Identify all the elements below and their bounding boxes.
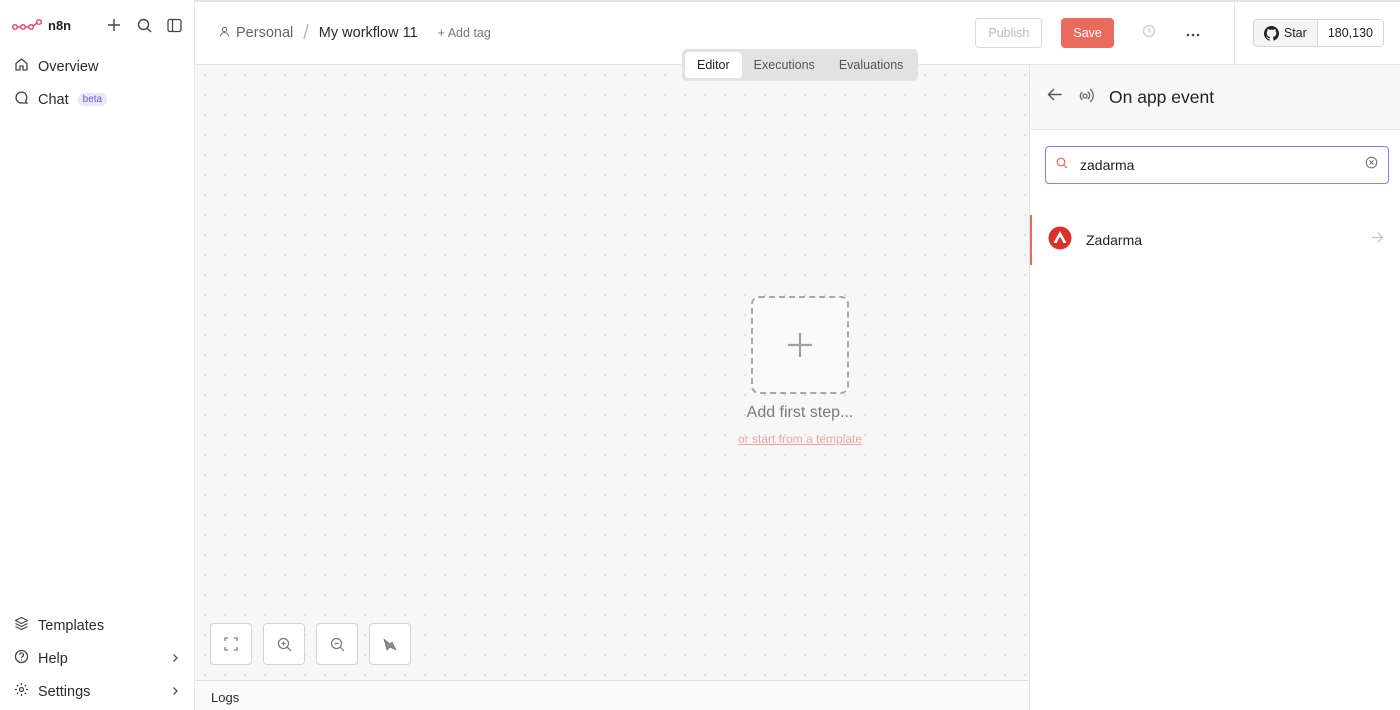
plus-icon [788, 333, 812, 357]
sidebar-toggle-icon[interactable] [166, 17, 182, 33]
tidy-up-button[interactable] [369, 623, 411, 665]
sidebar-item-settings[interactable]: Settings [0, 675, 194, 708]
more-options-icon[interactable] [1186, 24, 1200, 42]
broom-icon [383, 638, 397, 651]
sidebar-item-help[interactable]: Help [0, 642, 194, 675]
add-tag-button[interactable]: + Add tag [438, 26, 491, 40]
zoom-out-icon [330, 637, 344, 651]
plus-icon[interactable] [106, 17, 122, 33]
github-star-count: 180,130 [1317, 20, 1383, 46]
trigger-signal-icon [1077, 86, 1095, 109]
tab-evaluations[interactable]: Evaluations [827, 52, 916, 78]
logo-row: n8n [0, 0, 194, 50]
sidebar-item-chat[interactable]: Chat beta [0, 83, 194, 116]
sidebar-item-label: Overview [38, 58, 99, 75]
sidebar-item-overview[interactable]: Overview [0, 50, 194, 83]
zoom-out-button[interactable] [316, 623, 358, 665]
sidebar: n8n Overview Chat beta Templates Help Se… [0, 0, 195, 710]
zoom-in-button[interactable] [263, 623, 305, 665]
user-icon [219, 25, 230, 41]
start-from-template-link[interactable]: or start from a template [705, 432, 895, 446]
github-star-widget[interactable]: Star 180,130 [1252, 19, 1384, 47]
search-icon [1056, 156, 1068, 174]
workflow-title[interactable]: My workflow 11 [319, 25, 418, 41]
back-arrow-icon[interactable] [1046, 86, 1063, 108]
add-first-step-text: Add first step... [746, 404, 854, 421]
breadcrumb: Personal / My workflow 11 [219, 22, 418, 45]
chevron-right-icon [170, 651, 180, 667]
search-icon[interactable] [136, 17, 152, 33]
chat-icon [14, 90, 29, 109]
sidebar-item-label: Settings [38, 683, 91, 700]
history-icon[interactable] [1142, 24, 1156, 43]
tab-editor[interactable]: Editor [685, 52, 742, 78]
clear-search-icon[interactable] [1365, 156, 1378, 174]
arrow-right-icon [1371, 231, 1384, 249]
github-star-button[interactable]: Star [1253, 20, 1318, 46]
add-first-step-button[interactable] [751, 296, 849, 394]
sidebar-item-label: Templates [38, 617, 105, 634]
sidebar-item-templates[interactable]: Templates [0, 609, 194, 642]
tab-executions[interactable]: Executions [742, 52, 827, 78]
view-tabs: Editor Executions Evaluations [682, 49, 918, 81]
logo-text: n8n [48, 17, 72, 33]
node-creator-panel: On app event Zadarma [1029, 65, 1400, 710]
logs-bar[interactable]: Logs [195, 680, 1029, 710]
publish-button[interactable]: Publish [975, 18, 1043, 48]
node-result-name: Zadarma [1086, 232, 1143, 248]
workflow-canvas[interactable]: Add first step... or start from a templa… [195, 65, 1029, 680]
github-icon [1263, 25, 1279, 41]
panel-header: On app event [1030, 65, 1400, 130]
chevron-right-icon [170, 684, 180, 700]
project-link[interactable]: Personal [236, 25, 293, 41]
github-star-label: Star [1283, 26, 1307, 40]
beta-badge: beta [77, 93, 108, 106]
sidebar-item-label: Help [38, 650, 68, 667]
save-button[interactable]: Save [1061, 18, 1114, 48]
fit-view-icon [224, 637, 238, 651]
help-icon [14, 649, 29, 668]
breadcrumb-separator: / [303, 21, 309, 44]
fit-view-button[interactable] [210, 623, 252, 665]
logo[interactable]: n8n [12, 18, 71, 33]
zoom-controls [210, 623, 411, 665]
sidebar-item-label: Chat [38, 91, 69, 108]
node-search-input[interactable] [1080, 157, 1365, 173]
node-result-item[interactable]: Zadarma [1030, 215, 1400, 265]
zoom-in-icon [277, 637, 291, 651]
github-star-area: Star 180,130 [1233, 2, 1400, 64]
node-search-box[interactable] [1045, 146, 1389, 184]
templates-icon [14, 616, 29, 635]
n8n-logo-icon [12, 18, 42, 31]
panel-title: On app event [1109, 86, 1215, 107]
settings-icon [14, 682, 29, 701]
zadarma-icon [1048, 226, 1072, 255]
home-icon [14, 57, 29, 76]
